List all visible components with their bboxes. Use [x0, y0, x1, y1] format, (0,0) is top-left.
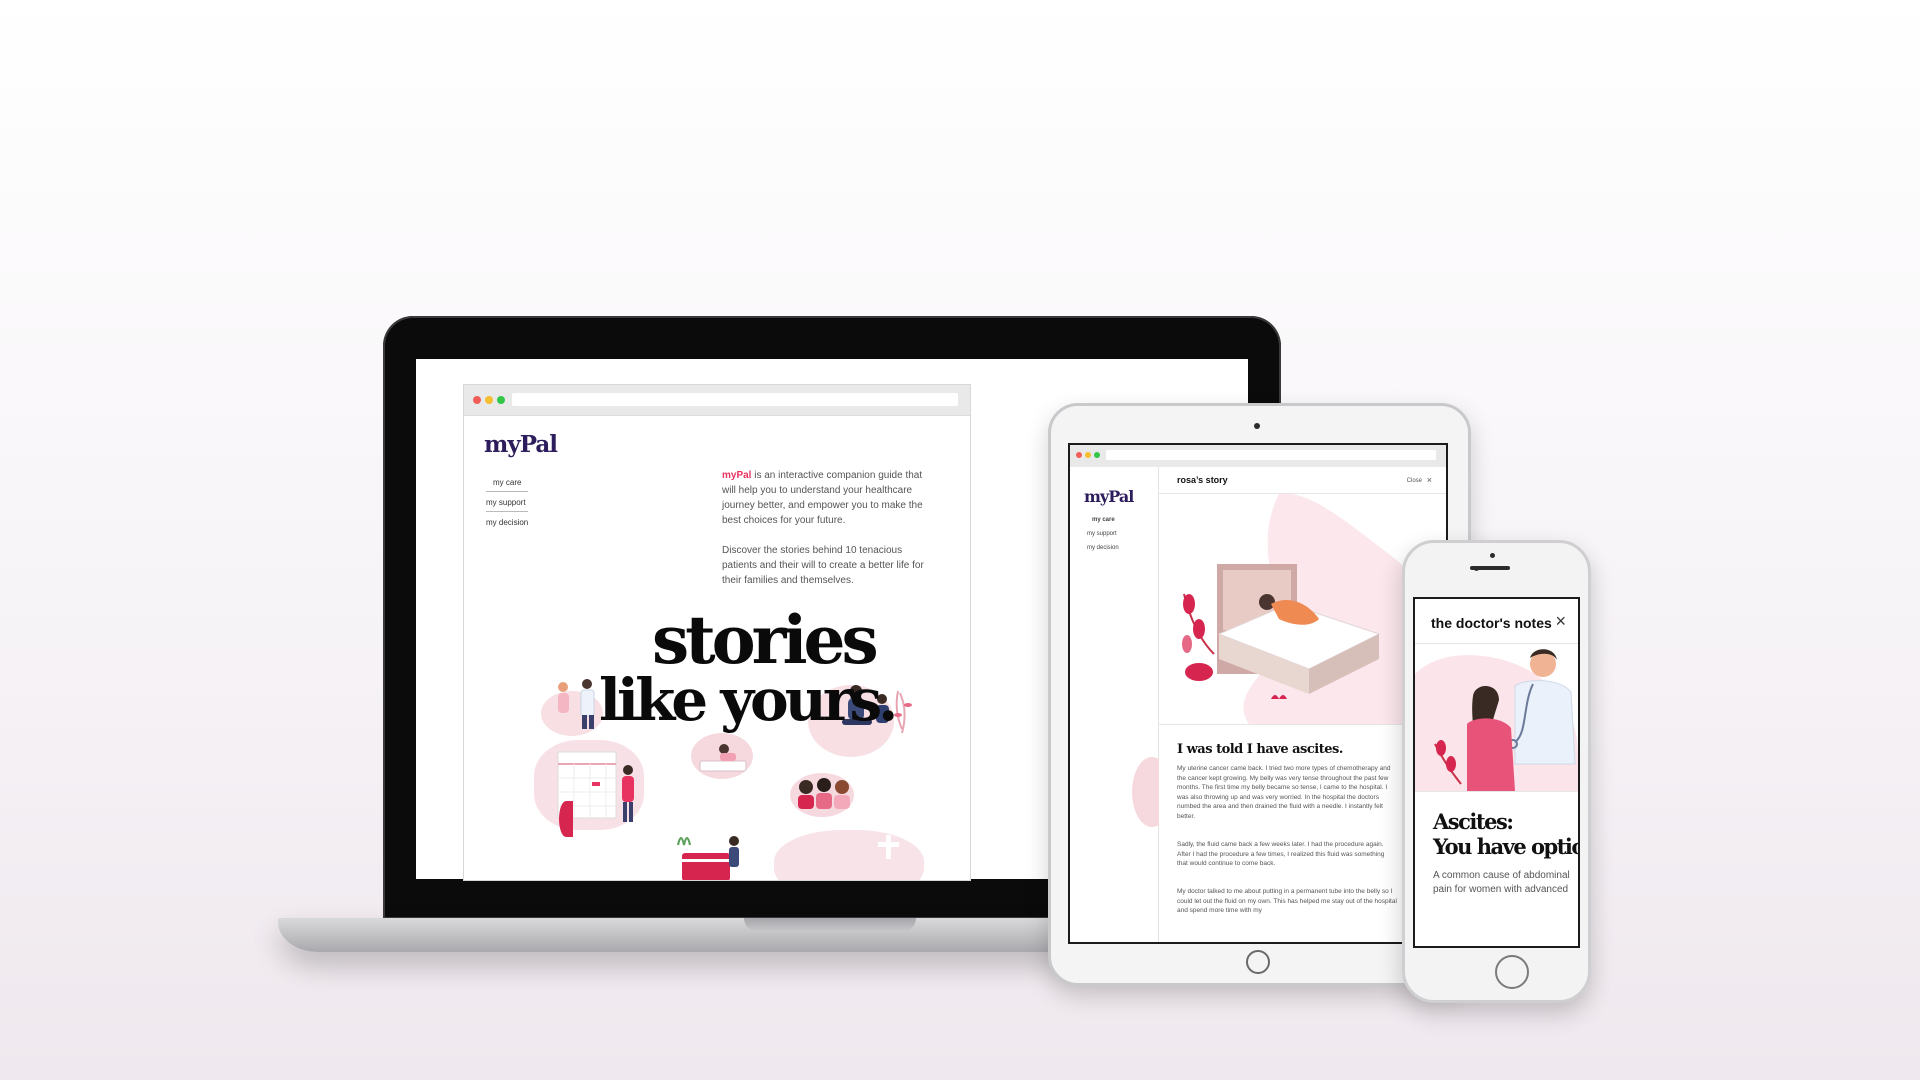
browser-toolbar [1070, 445, 1446, 468]
hero-title-line1: stories [652, 601, 879, 679]
browser-toolbar [464, 385, 970, 416]
story-paragraph-3: My doctor talked to me about putting in … [1177, 888, 1397, 914]
bed-rest-illustration [699, 744, 747, 772]
story-paragraph-2: Sadly, the fluid came back a few weeks l… [1177, 841, 1385, 867]
site-logo[interactable]: myPal [1084, 487, 1134, 506]
body-text: A common cause of abdominal pain for wom… [1433, 870, 1570, 895]
nav-my-support[interactable]: my support [486, 498, 526, 507]
tablet-home-button[interactable] [1246, 950, 1270, 974]
address-bar[interactable] [512, 393, 958, 406]
phone-speaker [1470, 566, 1510, 570]
nav-my-support[interactable]: my support [1087, 531, 1117, 537]
panel-title: the doctor's notes [1431, 615, 1552, 631]
heading-line1: Ascites: [1433, 809, 1514, 834]
intro-text: is an interactive companion guide that w… [722, 470, 923, 526]
site-logo[interactable]: myPal [484, 431, 558, 458]
laptop-hinge-notch [744, 918, 916, 932]
maximize-window-icon[interactable] [1094, 452, 1100, 458]
phone-home-button[interactable] [1495, 955, 1529, 989]
intro-brand: myPal [722, 470, 752, 481]
close-label[interactable]: Close [1407, 478, 1422, 484]
minimize-window-icon[interactable] [485, 396, 493, 404]
tablet-sidebar: myPal my care my support my decision [1070, 467, 1172, 942]
laptop-browser-window: myPal my care my support my decision myP… [463, 384, 971, 881]
intro-paragraph: myPal is an interactive companion guide … [722, 468, 932, 528]
maximize-window-icon[interactable] [497, 396, 505, 404]
close-icon[interactable]: × [1427, 475, 1432, 485]
tablet-screen: myPal my care my support my decision ros… [1068, 443, 1448, 944]
nav-divider [486, 511, 528, 512]
story-paragraph-1: My uterine cancer came back. I tried two… [1177, 765, 1391, 820]
hero-title-line2: like yours. [599, 666, 898, 734]
doctor-illustration [1415, 649, 1578, 791]
nav-my-care[interactable]: my care [493, 478, 521, 487]
nav-my-care[interactable]: my care [1092, 517, 1115, 523]
tablet-camera [1254, 423, 1260, 429]
heading-line2: You have options. [1433, 834, 1578, 859]
panel-title: rosa’s story [1177, 475, 1228, 485]
family-dinner-illustration [677, 836, 739, 880]
nav-my-decision[interactable]: my decision [486, 518, 528, 527]
nav-divider [486, 491, 528, 492]
nav-my-decision[interactable]: my decision [1087, 545, 1119, 551]
story-heading: I was told I have ascites. [1177, 742, 1343, 757]
close-window-icon[interactable] [473, 396, 481, 404]
panel-divider [1415, 791, 1578, 792]
illustration-accent-shape [559, 801, 573, 837]
close-icon[interactable]: × [1555, 611, 1566, 632]
intro-paragraph-2: Discover the stories behind 10 tenacious… [722, 545, 924, 586]
close-window-icon[interactable] [1076, 452, 1082, 458]
minimize-window-icon[interactable] [1085, 452, 1091, 458]
phone-camera [1490, 553, 1495, 558]
plant-decoration-icon [894, 692, 912, 734]
phone-screen: the doctor's notes × Ascites: You have o… [1413, 597, 1580, 948]
address-bar[interactable] [1106, 450, 1436, 460]
cross-icon [878, 835, 899, 859]
three-women-illustration [798, 778, 850, 809]
